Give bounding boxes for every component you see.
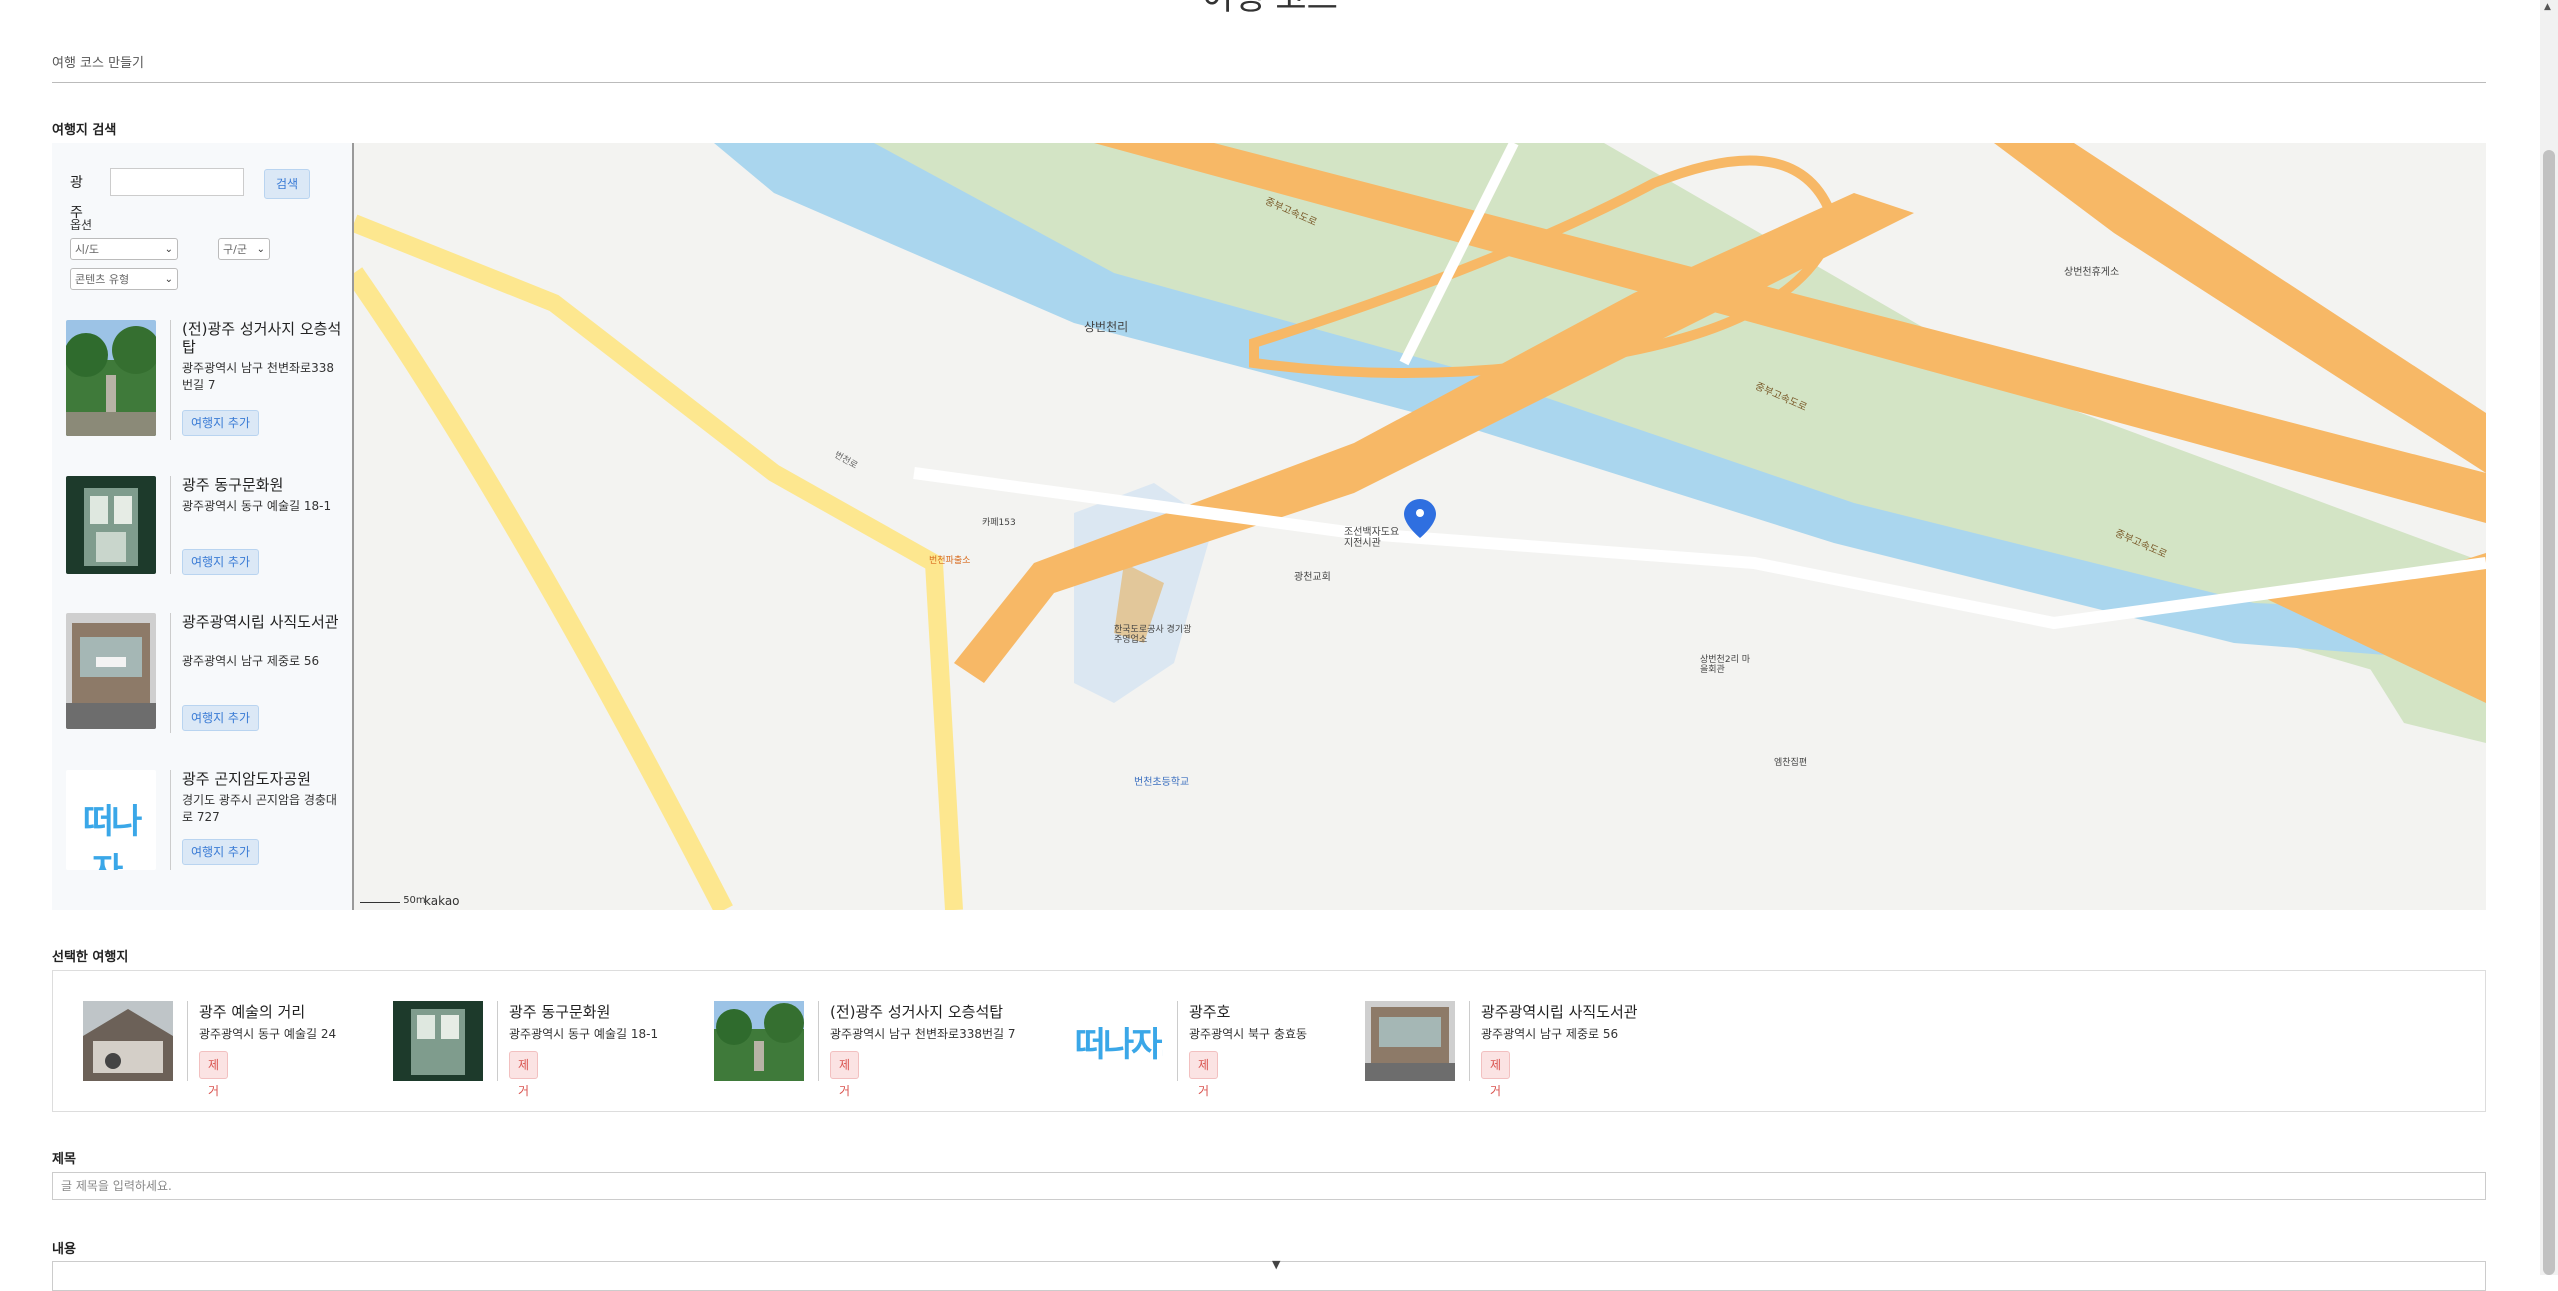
remove-button[interactable]: 제거 [830,1051,860,1098]
chevron-down-icon: ⌄ [164,274,173,285]
map-label: 카페153 [982,518,1016,528]
selected-address: 광주광역시 북구 충효동 [1189,1027,1308,1041]
search-keyword-label: 광주 [70,175,83,221]
content-editor[interactable] [52,1261,2486,1291]
divider [52,82,2486,83]
selected-thumbnail [1365,1001,1455,1081]
map-label: 상번천휴게소 [2064,267,2120,278]
map-label: 번천파출소 [929,556,971,566]
content-type-select-value: 콘텐츠 유형 [75,273,130,286]
tteonaja-logo: 떠나자. [82,802,143,870]
selected-thumbnail [83,1001,173,1081]
selected-address: 광주광역시 동구 예술길 24 [199,1027,337,1041]
district-select-value: 구/군 [223,243,247,256]
add-destination-button[interactable]: 여행지 추가 [182,839,260,865]
search-result-item: 광주 동구문화원 광주광역시 동구 예술길 18-1 여행지 추가 [62,476,347,616]
result-title: 광주 동구문화원 [182,476,284,494]
selected-title: 광주 동구문화원 [509,1003,611,1021]
map-view[interactable]: 상번천리 번천초등학교 광천교회 조선백자도요지전시관 중부고속도로 중부고속도… [354,143,2486,910]
tteonaja-logo: 떠나자. [1074,1025,1163,1065]
province-select[interactable]: 시/도 ⌄ [70,238,178,260]
result-address: 광주광역시 남구 천변좌로338번길 7 [182,361,334,392]
chevron-down-icon[interactable]: ▼ [1272,1258,1280,1271]
search-panel: 광주 검색 옵션 시/도 ⌄ 구/군 ⌄ 콘텐츠 유형 ⌄ (전)광주 성거사지… [52,143,354,910]
kakao-logo: kakao [424,894,460,908]
result-thumbnail [66,613,156,729]
district-select[interactable]: 구/군 ⌄ [218,238,270,260]
result-address: 광주광역시 동구 예술길 18-1 [182,499,332,513]
remove-button[interactable]: 제거 [199,1051,229,1098]
scrollbar-thumb[interactable] [2543,150,2555,1275]
search-result-item: 떠나자. 광주 곤지암도자공원 경기도 광주시 곤지암읍 경충대로 727 여행… [62,770,347,910]
add-destination-button[interactable]: 여행지 추가 [182,549,260,575]
selected-destinations-panel: 광주 예술의 거리 광주광역시 동구 예술길 24 제거 광주 동구문화원 광주… [52,970,2486,1112]
search-result-item: 광주광역시립 사직도서관 광주광역시 남구 제중로 56 여행지 추가 [62,613,347,753]
page-title: 여행 코스 [0,0,2540,19]
remove-button[interactable]: 제거 [1481,1051,1511,1098]
divider [187,1001,188,1081]
divider [170,476,171,574]
scroll-up-icon[interactable]: ▲ [2544,2,2551,12]
divider [497,1001,498,1081]
selected-address: 광주광역시 남구 천변좌로338번길 7 [830,1027,1016,1041]
divider [818,1001,819,1081]
result-title: 광주 곤지암도자공원 [182,770,311,788]
content-label: 내용 [52,1242,76,1257]
map-label: 조선백자도요지전시관 [1344,527,1400,549]
selected-title: 광주호 [1189,1003,1231,1021]
remove-button[interactable]: 제거 [1189,1051,1219,1098]
map-label: 상번천2리 마을회관 [1700,655,1750,675]
search-input[interactable] [110,168,244,196]
title-input[interactable]: 글 제목을 입력하세요. [52,1172,2486,1200]
options-label: 옵션 [70,218,93,232]
result-thumbnail [66,320,156,436]
selected-title: 광주광역시립 사직도서관 [1481,1003,1638,1021]
breadcrumb[interactable]: 여행 코스 만들기 [52,52,144,71]
map-label: 엠찬집편 [1774,758,1808,768]
result-thumbnail: 떠나자. [66,770,156,870]
divider [170,613,171,733]
content-type-select[interactable]: 콘텐츠 유형 ⌄ [70,268,178,290]
divider [170,770,171,870]
map-scale: 50m [360,895,426,906]
province-select-value: 시/도 [75,243,99,256]
divider [1177,1001,1178,1081]
result-thumbnail [66,476,156,574]
search-result-item: (전)광주 성거사지 오층석탑 광주광역시 남구 천변좌로338번길 7 여행지… [62,320,347,460]
selected-thumbnail [393,1001,483,1081]
add-destination-button[interactable]: 여행지 추가 [182,410,260,436]
title-label: 제목 [52,1152,76,1167]
add-destination-button[interactable]: 여행지 추가 [182,705,260,731]
chevron-down-icon: ⌄ [256,244,265,255]
result-title: 광주광역시립 사직도서관 [182,613,339,631]
result-address: 경기도 광주시 곤지암읍 경충대로 727 [182,793,337,824]
result-address: 광주광역시 남구 제중로 56 [182,654,320,668]
selected-section-label: 선택한 여행지 [52,950,129,965]
map-label: 상번천리 [1084,320,1129,334]
map-label: 광천교회 [1294,572,1331,583]
search-section-label: 여행지 검색 [52,123,117,138]
map-label: 한국도로공사 경기광주영업소 [1114,625,1192,645]
selected-title: 광주 예술의 거리 [199,1003,306,1021]
divider [170,320,171,440]
map-label: 번천초등학교 [1134,777,1190,788]
result-title: (전)광주 성거사지 오층석탑 [182,320,342,356]
remove-button[interactable]: 제거 [509,1051,539,1098]
selected-thumbnail [714,1001,804,1081]
selected-title: (전)광주 성거사지 오층석탑 [830,1003,1004,1021]
chevron-down-icon: ⌄ [164,244,173,255]
search-button[interactable]: 검색 [264,169,310,199]
divider [1469,1001,1470,1081]
title-input-placeholder: 글 제목을 입력하세요. [61,1179,172,1193]
selected-address: 광주광역시 동구 예술길 18-1 [509,1027,659,1041]
selected-address: 광주광역시 남구 제중로 56 [1481,1027,1619,1041]
selected-thumbnail: 떠나자. [1073,1001,1163,1081]
